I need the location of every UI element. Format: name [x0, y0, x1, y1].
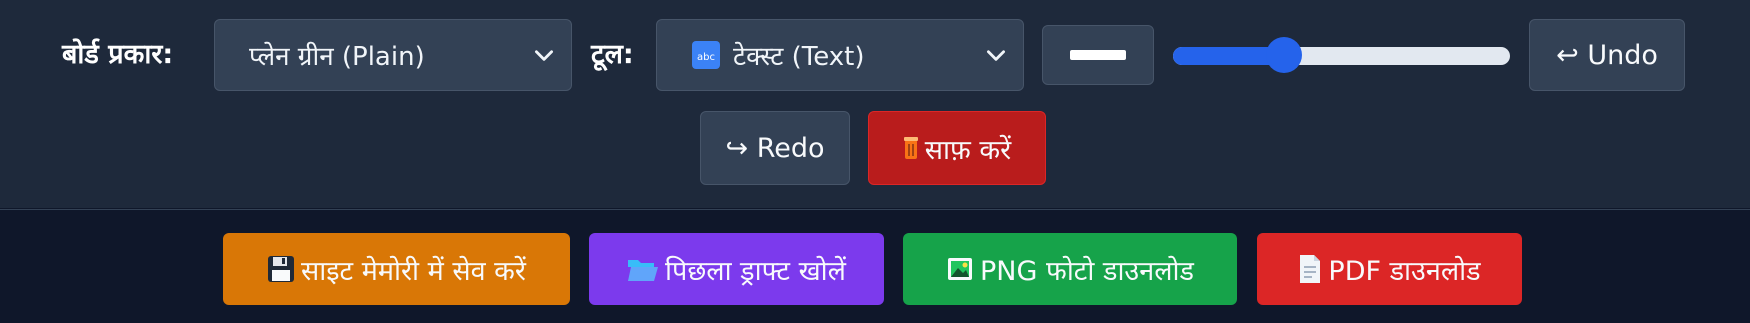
board-type-select[interactable]: प्लेन ग्रीन (Plain): [214, 19, 572, 91]
chevron-down-icon: [987, 50, 1005, 61]
redo-label: ↪ Redo: [725, 132, 825, 164]
png-label: PNG फोटो डाउनलोड: [980, 255, 1194, 287]
clear-label: साफ़ करें: [924, 134, 1012, 166]
svg-text:abc: abc: [697, 52, 715, 63]
board-type-label: बोर्ड प्रकार:: [62, 39, 174, 70]
floppy-disk-icon: [267, 255, 295, 283]
clear-button[interactable]: साफ़ करें: [868, 111, 1046, 185]
undo-label: ↩ Undo: [1556, 39, 1658, 71]
pdf-download-button[interactable]: PDF डाउनलोड: [1257, 233, 1522, 305]
size-slider-track[interactable]: [1173, 47, 1510, 65]
tool-value: टेक्स्ट (Text): [733, 42, 865, 72]
size-slider-thumb[interactable]: [1266, 37, 1303, 73]
open-draft-button[interactable]: पिछला ड्राफ्ट खोलें: [589, 233, 884, 305]
png-download-button[interactable]: PNG फोटो डाउनलोड: [903, 233, 1237, 305]
save-to-site-memory-button[interactable]: साइट मेमोरी में सेव करें: [223, 233, 570, 305]
image-icon: [946, 255, 974, 283]
toolbar-row-1: बोर्ड प्रकार: प्लेन ग्रीन (Plain) टूल: a…: [0, 19, 1750, 91]
document-icon: [1298, 254, 1322, 284]
tool-select[interactable]: abc टेक्स्ट (Text): [656, 19, 1024, 91]
pdf-label: PDF डाउनलोड: [1328, 255, 1481, 287]
open-label: पिछला ड्राफ्ट खोलें: [665, 255, 846, 287]
save-label: साइट मेमोरी में सेव करें: [301, 255, 526, 287]
redo-button[interactable]: ↪ Redo: [700, 111, 850, 185]
board-type-value: प्लेन ग्रीन (Plain): [249, 42, 425, 72]
line-width-icon: [1070, 50, 1126, 60]
action-bar: साइट मेमोरी में सेव करें पिछला ड्राफ्ट ख…: [0, 209, 1750, 323]
trash-icon: [903, 136, 919, 160]
abc-icon: abc: [692, 41, 720, 69]
undo-button[interactable]: ↩ Undo: [1529, 19, 1685, 91]
chevron-down-icon: [535, 50, 553, 61]
drawing-toolbar: बोर्ड प्रकार: प्लेन ग्रीन (Plain) टूल: a…: [0, 0, 1750, 208]
open-folder-icon: [627, 256, 659, 282]
toolbar-row-2: ↪ Redo साफ़ करें: [0, 111, 1750, 185]
line-width-button[interactable]: [1042, 25, 1154, 85]
tool-label: टूल:: [591, 39, 634, 70]
